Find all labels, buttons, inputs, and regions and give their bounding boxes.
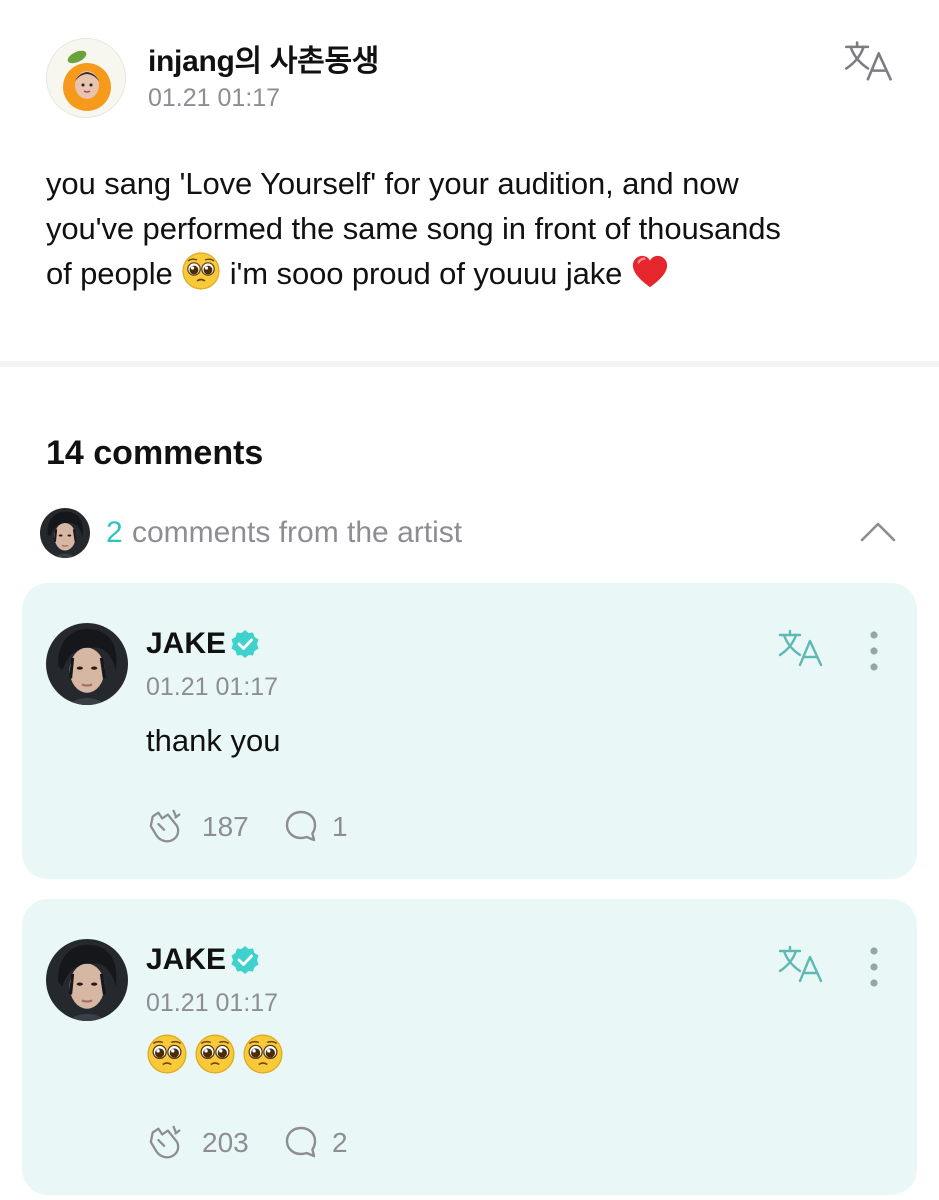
reply-count: 1 [332, 811, 348, 842]
section-divider [0, 361, 939, 367]
pleading-face-emoji-icon [243, 1034, 283, 1074]
translate-icon[interactable] [776, 945, 826, 985]
post-body-line: of people [46, 256, 173, 291]
commenter-avatar[interactable] [46, 623, 128, 705]
orange-avatar-icon [47, 39, 125, 117]
cheer-count: 187 [202, 811, 249, 842]
artist-comment-card: JAKE 01.21 01:17 thank you 187 1 [22, 583, 917, 879]
post-body-line: i'm sooo proud of youuu jake [229, 256, 623, 291]
comment-text: thank you [146, 723, 281, 758]
cheer-count: 203 [202, 1127, 249, 1158]
translate-icon[interactable] [776, 629, 826, 669]
comment-emoji-text [146, 1033, 284, 1077]
chevron-up-icon[interactable] [858, 518, 898, 544]
verified-badge-icon [231, 630, 259, 658]
post-author-avatar[interactable] [46, 38, 126, 118]
artist-comment-card: JAKE 01.21 01:17 203 2 [22, 899, 917, 1195]
translate-icon[interactable] [842, 40, 896, 84]
reply-count: 2 [332, 1127, 348, 1158]
comment-timestamp: 01.21 01:17 [146, 989, 279, 1017]
comment-timestamp: 01.21 01:17 [146, 673, 279, 701]
commenter-avatar[interactable] [46, 939, 128, 1021]
post-author-name[interactable]: injang의 사촌동생 [148, 36, 379, 80]
pleading-face-emoji-icon [147, 1034, 187, 1074]
artist-comments-count: 2 [106, 516, 123, 549]
cheer-icon[interactable] [146, 807, 186, 845]
post-body: you sang 'Love Yourself' for your auditi… [46, 162, 906, 297]
artist-comments-toggle[interactable]: 2 comments from the artist [40, 508, 900, 558]
more-options-icon[interactable] [868, 947, 880, 987]
post-body-line: you sang 'Love Yourself' for your auditi… [46, 166, 739, 201]
reply-bubble-icon[interactable] [284, 809, 318, 843]
pleading-face-emoji-icon [195, 1034, 235, 1074]
pleading-face-emoji-icon [181, 251, 221, 291]
post-body-line: you've performed the same song in front … [46, 210, 781, 246]
artist-avatar [40, 508, 90, 558]
commenter-name[interactable]: JAKE [146, 943, 226, 977]
cheer-icon[interactable] [146, 1123, 186, 1161]
artist-comments-label: comments from the artist [132, 516, 463, 549]
verified-badge-icon [231, 946, 259, 974]
more-options-icon[interactable] [868, 631, 880, 671]
red-heart-emoji-icon [632, 255, 667, 288]
comments-count-heading: 14 comments [46, 434, 264, 472]
reply-bubble-icon[interactable] [284, 1125, 318, 1159]
post-timestamp: 01.21 01:17 [148, 84, 281, 112]
commenter-name[interactable]: JAKE [146, 627, 226, 661]
